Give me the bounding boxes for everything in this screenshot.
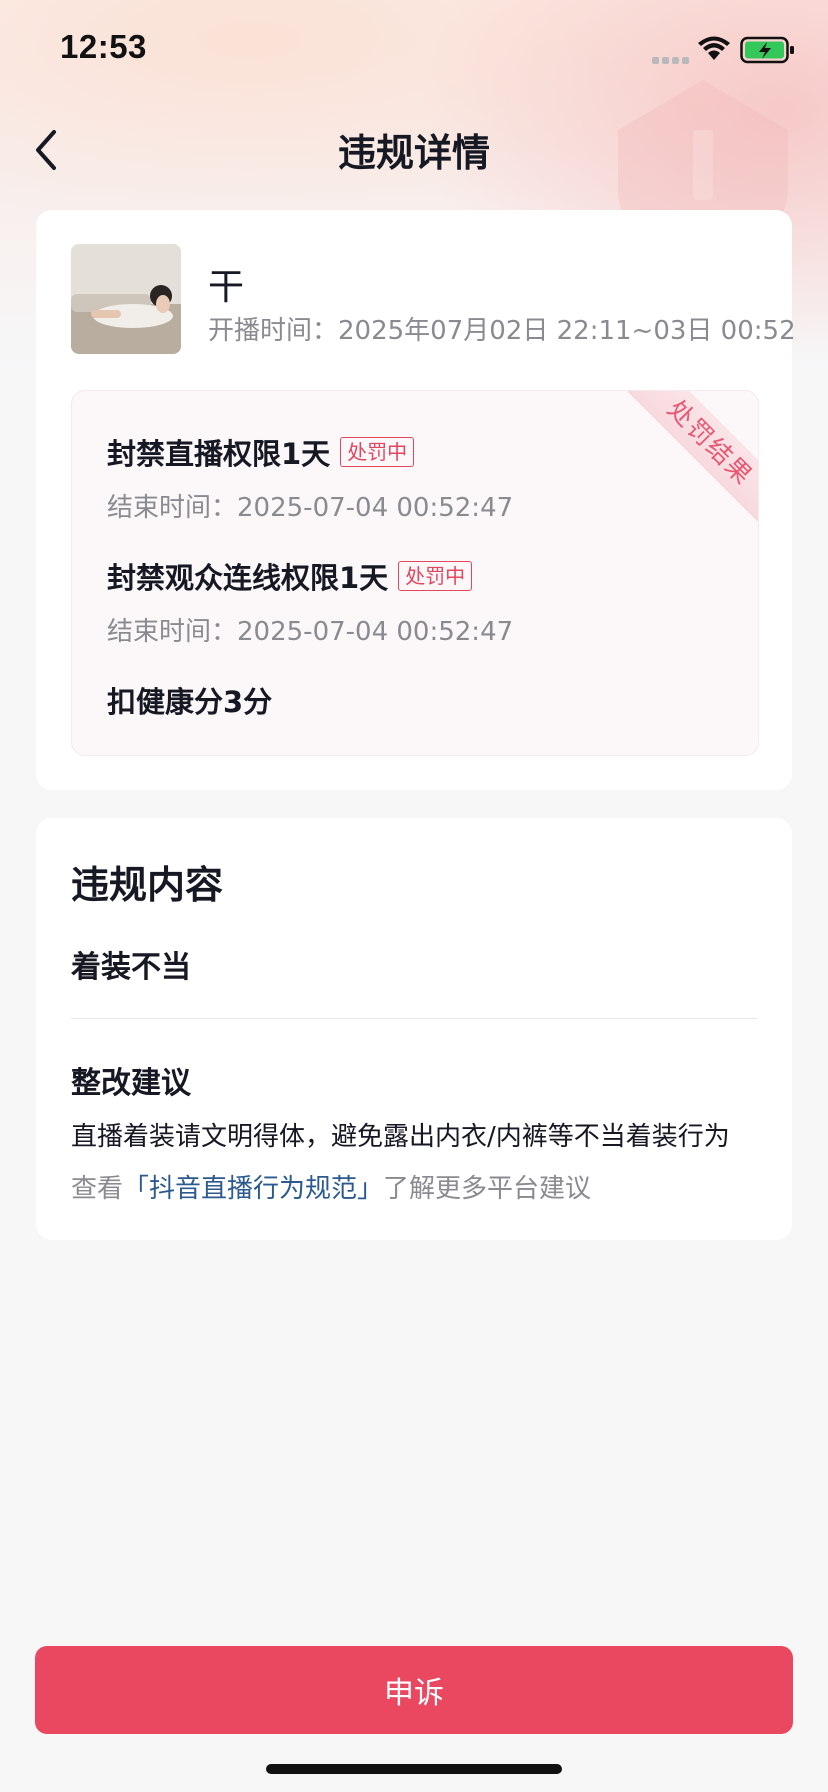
- divider: [71, 1018, 757, 1019]
- cellular-icon: [652, 49, 692, 68]
- advice-text: 直播着装请文明得体，避免露出内衣/内裤等不当着装行为: [71, 1122, 730, 1152]
- status-badge: 处罚中: [398, 561, 473, 591]
- advice-more: 查看「抖音直播行为规范」了解更多平台建议: [71, 1168, 591, 1205]
- penalty-item: 封禁直播权限1天 处罚中 结束时间：2025-07-04 00:52:47: [107, 431, 513, 524]
- home-indicator: [266, 1764, 562, 1774]
- more-suffix: 了解更多平台建议: [383, 1174, 592, 1204]
- end-time-label: 结束时间：: [107, 617, 238, 647]
- end-time-label: 结束时间：: [107, 493, 238, 523]
- status-time: 12:53: [60, 28, 147, 65]
- ribbon-label: 处罚结果: [628, 391, 758, 521]
- status-bar: 12:53: [0, 0, 828, 100]
- penalty-title: 扣健康分3分: [107, 685, 273, 719]
- advice-heading: 整改建议: [71, 1066, 191, 1101]
- page: 12:53 违规详情 干 开播时间：2025年07月02日 22:11~03日 …: [0, 0, 828, 1792]
- penalty-result-box: 处罚结果 封禁直播权限1天 处罚中 结束时间：2025-07-04 00:52:4…: [71, 390, 759, 756]
- violation-content-card: 违规内容 着装不当 整改建议 直播着装请文明得体，避免露出内衣/内裤等不当着装行…: [36, 818, 792, 1240]
- end-time-value: 2025-07-04 00:52:47: [237, 617, 514, 647]
- penalty-title: 封禁直播权限1天: [107, 437, 331, 471]
- battery-charging-icon: [740, 36, 794, 64]
- violation-heading: 违规内容: [71, 863, 224, 907]
- page-title: 违规详情: [337, 131, 490, 175]
- live-cover-image: [71, 244, 181, 354]
- end-time-value: 2025-07-04 00:52:47: [237, 493, 514, 523]
- more-prefix: 查看: [71, 1174, 124, 1204]
- violation-content: 着装不当: [71, 950, 191, 985]
- live-cover-thumbnail[interactable]: [71, 244, 181, 354]
- penalty-end-time: 结束时间：2025-07-04 00:52:47: [107, 487, 513, 524]
- penalty-result-ribbon: 处罚结果: [628, 391, 758, 521]
- violation-summary-card: 干 开播时间：2025年07月02日 22:11~03日 00:52 处罚结果 …: [36, 210, 796, 790]
- nav-bar: 违规详情: [0, 100, 828, 196]
- penalty-end-time: 结束时间：2025-07-04 00:52:47: [107, 611, 513, 648]
- appeal-button[interactable]: 申诉: [35, 1646, 793, 1734]
- penalty-item: 封禁观众连线权限1天 处罚中 结束时间：2025-07-04 00:52:47: [107, 555, 513, 648]
- guidelines-link[interactable]: 「抖音直播行为规范」: [123, 1174, 383, 1204]
- penalty-title: 封禁观众连线权限1天: [107, 561, 389, 595]
- wifi-icon: [698, 36, 730, 60]
- status-badge: 处罚中: [340, 437, 415, 467]
- live-time-label: 开播时间：: [208, 316, 339, 346]
- live-time-value: 2025年07月02日 22:11~03日 00:52: [338, 316, 796, 346]
- live-time: 开播时间：2025年07月02日 22:11~03日 00:52: [208, 310, 796, 347]
- streamer-name: 干: [208, 267, 245, 308]
- penalty-item: 扣健康分3分: [107, 679, 272, 721]
